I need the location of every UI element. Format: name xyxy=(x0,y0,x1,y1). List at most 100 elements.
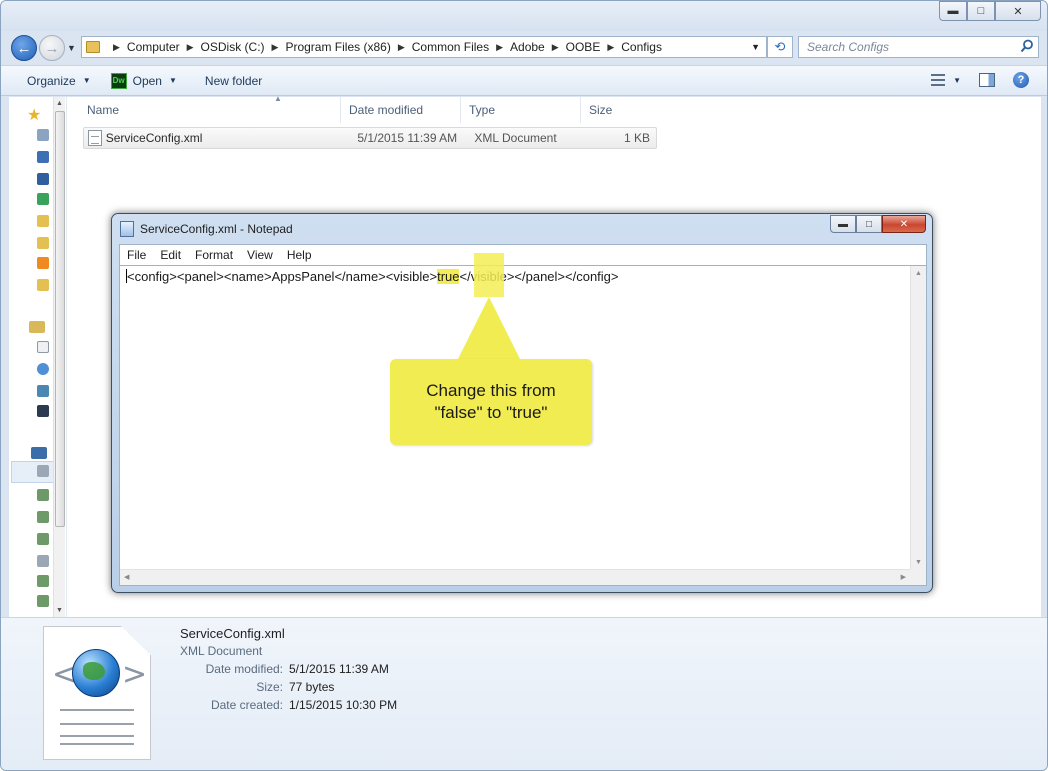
folder-icon[interactable] xyxy=(37,237,49,249)
chevron-down-icon: ▼ xyxy=(168,76,177,85)
annotation-callout: Change this from "false" to "true" xyxy=(390,359,592,445)
minimize-button[interactable]: ▬ xyxy=(939,1,967,21)
details-value: 5/1/2015 11:39 AM xyxy=(289,662,389,676)
notepad-window-controls: ▬ □ ✕ xyxy=(830,215,926,233)
shortcut-icon[interactable] xyxy=(37,193,49,205)
breadcrumb: ▶ Computer ▶ OSDisk (C:) ▶ Program Files… xyxy=(106,40,662,54)
scroll-down-icon[interactable]: ▼ xyxy=(915,559,922,566)
network-drive-icon[interactable] xyxy=(37,511,49,523)
network-drive-icon[interactable] xyxy=(37,489,49,501)
app-icon[interactable] xyxy=(37,257,49,269)
notepad-vertical-scrollbar[interactable]: ▲ ▼ xyxy=(910,266,926,570)
organize-button[interactable]: Organize ▼ xyxy=(17,66,101,95)
breadcrumb-adobe[interactable]: Adobe xyxy=(510,40,545,54)
change-view-button[interactable]: ▼ xyxy=(931,74,961,86)
network-drive-icon[interactable] xyxy=(37,595,49,607)
computer-icon[interactable] xyxy=(31,447,47,459)
notepad-close-button[interactable]: ✕ xyxy=(882,215,926,233)
column-header-date-modified[interactable]: Date modified xyxy=(341,97,461,123)
notepad-maximize-button[interactable]: □ xyxy=(856,215,882,233)
column-headers: ▲ Name Date modified Type Size xyxy=(79,94,661,123)
chevron-down-icon: ▼ xyxy=(82,76,91,85)
breadcrumb-common-files[interactable]: Common Files xyxy=(412,40,489,54)
menu-edit[interactable]: Edit xyxy=(153,248,188,262)
callout-pointer xyxy=(458,297,520,359)
help-icon[interactable]: ? xyxy=(1013,72,1029,88)
notepad-horizontal-scrollbar[interactable]: ◀ ▶ xyxy=(120,569,910,585)
libraries-icon[interactable] xyxy=(29,321,45,333)
menu-view[interactable]: View xyxy=(240,248,280,262)
folder-icon xyxy=(86,41,100,53)
callout-line-2: "false" to "true" xyxy=(434,403,548,422)
network-drive-icon[interactable] xyxy=(37,533,49,545)
favorites-star-icon[interactable]: ★ xyxy=(27,105,41,125)
network-drive-icon[interactable] xyxy=(37,575,49,587)
new-folder-button[interactable]: New folder xyxy=(195,66,272,95)
arrow-left-icon: ← xyxy=(16,39,32,57)
notepad-minimize-button[interactable]: ▬ xyxy=(830,215,856,233)
folder-icon[interactable] xyxy=(37,215,49,227)
downloads-icon[interactable] xyxy=(37,151,49,163)
column-header-name[interactable]: Name xyxy=(79,97,341,123)
scroll-right-icon[interactable]: ▶ xyxy=(901,573,906,581)
details-value: 77 bytes xyxy=(289,680,335,694)
open-button[interactable]: Dw Open ▼ xyxy=(101,66,187,95)
views-icon xyxy=(931,74,946,86)
menu-file[interactable]: File xyxy=(120,248,153,262)
breadcrumb-osdisk[interactable]: OSDisk (C:) xyxy=(201,40,265,54)
scroll-down-icon[interactable]: ▼ xyxy=(56,607,63,614)
menu-help[interactable]: Help xyxy=(280,248,319,262)
details-pane: < > ServiceConfig.xml XML Document Date … xyxy=(1,617,1047,770)
breadcrumb-configs[interactable]: Configs xyxy=(621,40,662,54)
file-row[interactable]: ServiceConfig.xml 5/1/2015 11:39 AM XML … xyxy=(83,127,657,149)
breadcrumb-program-files[interactable]: Program Files (x86) xyxy=(285,40,390,54)
explorer-titlebar: ▬ □ ✕ xyxy=(1,1,1047,31)
details-label: Date modified: xyxy=(205,662,283,676)
breadcrumb-computer[interactable]: Computer xyxy=(127,40,180,54)
file-size: 1 KB xyxy=(624,131,651,145)
pictures-icon[interactable] xyxy=(37,385,49,397)
file-date-modified: 5/1/2015 11:39 AM xyxy=(357,131,458,145)
recent-pages-dropdown[interactable]: ▼ xyxy=(67,43,76,53)
breadcrumb-oobe[interactable]: OOBE xyxy=(566,40,601,54)
scroll-up-icon[interactable]: ▲ xyxy=(915,270,922,277)
desktop-icon[interactable] xyxy=(37,129,49,141)
drive-icon[interactable] xyxy=(37,465,49,477)
navigation-pane-scrollbar[interactable]: ▲ ▼ xyxy=(53,97,65,617)
chevron-right-icon: ▶ xyxy=(551,41,559,52)
chevron-down-icon: ▼ xyxy=(953,75,961,85)
videos-icon[interactable] xyxy=(37,405,49,417)
highlighted-value: true xyxy=(437,269,460,284)
preview-pane-icon[interactable] xyxy=(979,73,995,87)
details-file-type: XML Document xyxy=(180,644,263,658)
scroll-up-icon[interactable]: ▲ xyxy=(56,100,63,107)
chevron-right-icon: ▶ xyxy=(607,41,615,52)
toolbar-right-group: ▼ ? xyxy=(931,72,1029,88)
chevron-right-icon: ▶ xyxy=(271,41,279,52)
documents-icon[interactable] xyxy=(37,341,49,353)
search-input[interactable]: Search Configs xyxy=(798,36,1039,58)
column-header-size[interactable]: Size xyxy=(581,97,661,123)
xml-file-icon xyxy=(88,130,102,146)
column-header-type[interactable]: Type xyxy=(461,97,581,123)
forward-button[interactable]: → xyxy=(39,35,65,61)
address-dropdown-icon[interactable]: ▼ xyxy=(751,42,760,52)
music-icon[interactable] xyxy=(37,363,49,375)
command-bar: Organize ▼ Dw Open ▼ New folder ▼ ? xyxy=(1,65,1047,96)
scrollbar-thumb[interactable] xyxy=(55,111,65,527)
refresh-button[interactable]: ⟲ xyxy=(767,36,793,58)
details-label: Date created: xyxy=(210,698,283,712)
scroll-left-icon[interactable]: ◀ xyxy=(124,573,129,581)
address-bar[interactable]: ▶ Computer ▶ OSDisk (C:) ▶ Program Files… xyxy=(81,36,767,58)
close-button[interactable]: ✕ xyxy=(995,1,1041,21)
back-button[interactable]: ← xyxy=(11,35,37,61)
search-icon[interactable] xyxy=(1020,39,1034,53)
folder-icon[interactable] xyxy=(37,279,49,291)
notepad-text-content[interactable]: <config><panel><name>AppsPanel</name><vi… xyxy=(126,269,619,284)
maximize-button[interactable]: □ xyxy=(967,1,995,21)
menu-format[interactable]: Format xyxy=(188,248,240,262)
notepad-icon xyxy=(120,221,134,237)
drive-icon[interactable] xyxy=(37,555,49,567)
chevron-right-icon: ▶ xyxy=(496,41,504,52)
recent-places-icon[interactable] xyxy=(37,173,49,185)
